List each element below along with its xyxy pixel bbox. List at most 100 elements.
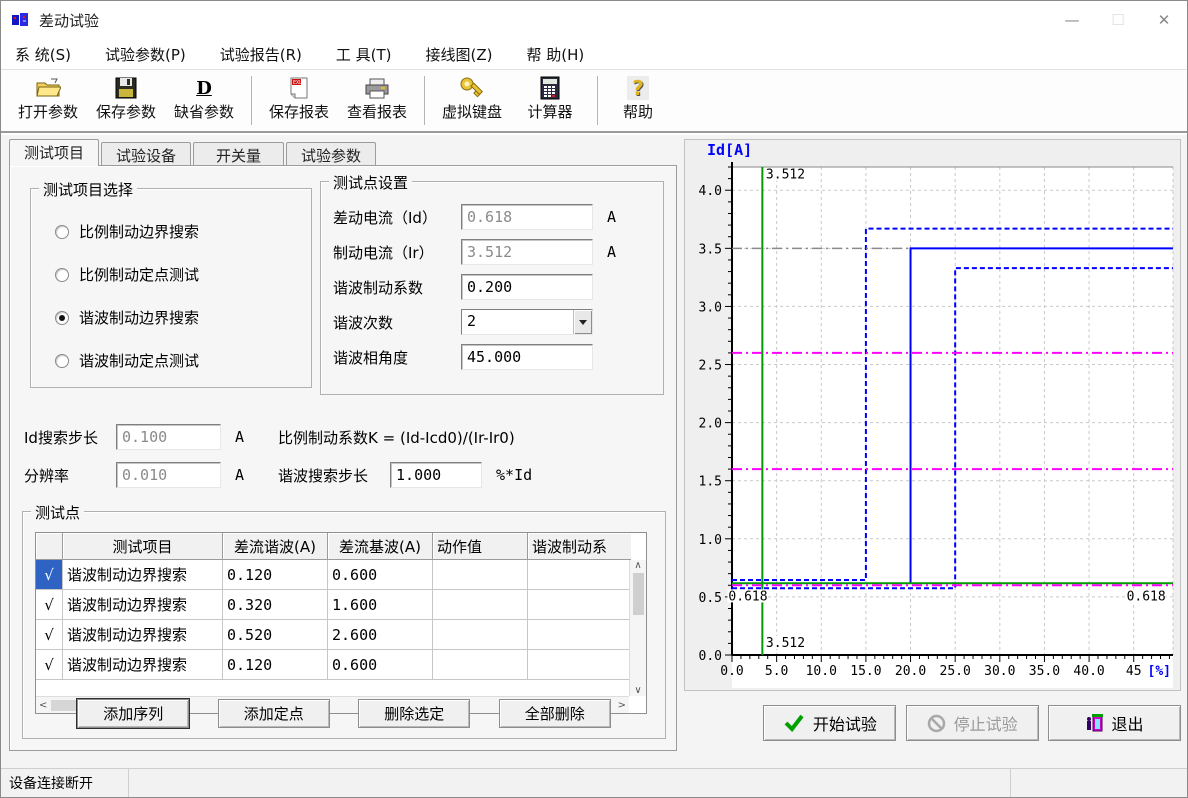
column-test-item[interactable]: 测试项目	[63, 533, 223, 560]
row-check-cell[interactable]: √	[36, 620, 63, 650]
status-pane-middle	[129, 769, 1011, 797]
radio-ratio-fixed-point-test[interactable]: 比例制动定点测试	[55, 264, 311, 285]
tab-test-device[interactable]: 试验设备	[101, 142, 191, 166]
menu-test-params[interactable]: 试验参数(P)	[105, 44, 186, 65]
table-row[interactable]: √ 谐波制动边界搜索 0.120 0.600	[36, 650, 646, 680]
printer-icon	[364, 74, 390, 102]
svg-text:3.0: 3.0	[699, 300, 722, 315]
svg-text:Id[A]: Id[A]	[707, 141, 752, 159]
title-bar: 差动试验 — ☐ ✕	[1, 1, 1187, 39]
save-params-button[interactable]: 保存参数	[87, 72, 165, 129]
id-step-label: Id搜索步长	[24, 427, 116, 448]
view-report-button[interactable]: 查看报表	[338, 72, 416, 129]
id-step-input[interactable]	[116, 424, 221, 450]
harmonic-phase-angle-label: 谐波相角度	[333, 347, 461, 368]
scroll-up-icon[interactable]: ∧	[634, 560, 641, 571]
menu-tools[interactable]: 工 具(T)	[336, 44, 392, 65]
app-icon	[11, 11, 31, 29]
resolution-input[interactable]	[116, 462, 221, 488]
chart-svg: 0.05.010.015.020.025.030.035.040.0450.00…	[685, 140, 1180, 688]
scroll-down-icon[interactable]: ∨	[634, 685, 641, 696]
id-step-unit: A	[235, 428, 244, 446]
resolution-label: 分辨率	[24, 465, 116, 486]
test-point-settings-group: 测试点设置 差动电流（Id） A 制动电流（Ir） A 谐波制动系数 谐波次数 …	[320, 181, 664, 395]
column-action-value[interactable]: 动作值	[433, 533, 528, 560]
id-current-unit: A	[607, 208, 616, 226]
harmonic-restraint-coeff-label: 谐波制动系数	[333, 277, 461, 298]
svg-text:EXL: EXL	[293, 80, 302, 86]
table-row[interactable]: √ 谐波制动边界搜索 0.320 1.600	[36, 590, 646, 620]
virtual-keyboard-button[interactable]: 虚拟键盘	[433, 72, 511, 129]
key-icon	[459, 74, 485, 102]
id-current-input[interactable]	[461, 204, 593, 230]
status-pane-right	[1011, 769, 1187, 797]
default-params-button[interactable]: D 缺省参数	[165, 72, 243, 129]
combo-dropdown-button[interactable]	[573, 310, 592, 334]
harmonic-step-input[interactable]	[390, 462, 482, 488]
ir-current-input[interactable]	[461, 239, 593, 265]
row-check-cell[interactable]: √	[36, 650, 63, 680]
row-check-cell[interactable]: √	[36, 560, 63, 590]
exit-door-icon	[1085, 713, 1103, 733]
test-points-group-label: 测试点	[31, 502, 84, 523]
tab-switch-quantity[interactable]: 开关量	[193, 142, 284, 166]
client-area: 测试项目 试验设备 开关量 试验参数 测试项目选择 比例制动边界搜索 比例制动定…	[1, 135, 1187, 769]
stop-test-button: 停止试验	[906, 705, 1039, 741]
chart-panel: 0.05.010.015.020.025.030.035.040.0450.00…	[684, 139, 1181, 691]
check-icon	[783, 714, 805, 732]
radio-label: 谐波制动边界搜索	[79, 307, 199, 328]
menu-system[interactable]: 系 统(S)	[15, 44, 71, 65]
close-button[interactable]: ✕	[1141, 1, 1187, 39]
test-items-page: 测试项目选择 比例制动边界搜索 比例制动定点测试 谐波制动边界搜索 谐波制动定点…	[9, 165, 677, 751]
tab-test-params[interactable]: 试验参数	[286, 142, 376, 166]
harmonic-order-label: 谐波次数	[333, 312, 461, 333]
help-button[interactable]: ? 帮助	[606, 72, 670, 129]
exit-button[interactable]: 退出	[1048, 705, 1181, 741]
harmonic-restraint-coeff-input[interactable]	[461, 274, 593, 300]
column-check[interactable]	[36, 533, 63, 560]
open-params-button[interactable]: 打开参数	[9, 72, 87, 129]
radio-icon	[55, 225, 69, 239]
id-current-label: 差动电流（Id）	[333, 207, 461, 228]
add-point-button[interactable]: 添加定点	[218, 699, 330, 728]
svg-text:30.0: 30.0	[984, 664, 1015, 679]
scrollbar-thumb[interactable]	[633, 573, 644, 615]
calculator-button[interactable]: 计算器	[511, 72, 589, 129]
svg-text:3.5: 3.5	[699, 242, 722, 257]
table-row[interactable]: √ 谐波制动边界搜索 0.520 2.600	[36, 620, 646, 650]
harmonic-phase-angle-input[interactable]	[461, 344, 593, 370]
column-diff-harmonic[interactable]: 差流谐波(A)	[223, 533, 328, 560]
harmonic-order-value: 2	[462, 310, 573, 334]
menu-wiring-diagram[interactable]: 接线图(Z)	[426, 44, 493, 65]
svg-text:[%]: [%]	[1148, 664, 1171, 679]
start-test-button[interactable]: 开始试验	[763, 705, 896, 741]
maximize-button[interactable]: ☐	[1095, 1, 1141, 39]
harmonic-order-combo[interactable]: 2	[461, 309, 593, 335]
save-report-button[interactable]: EXL 保存报表	[260, 72, 338, 129]
menu-help[interactable]: 帮 助(H)	[527, 44, 585, 65]
column-diff-fundamental[interactable]: 差流基波(A)	[328, 533, 433, 560]
minimize-button[interactable]: —	[1049, 1, 1095, 39]
menu-test-report[interactable]: 试验报告(R)	[220, 44, 302, 65]
radio-label: 比例制动边界搜索	[79, 221, 199, 242]
svg-text:0.618: 0.618	[1127, 589, 1166, 604]
delete-all-button[interactable]: 全部删除	[499, 699, 611, 728]
svg-text:15.0: 15.0	[850, 664, 881, 679]
tab-test-items[interactable]: 测试项目	[9, 139, 99, 166]
radio-harmonic-fixed-point-test[interactable]: 谐波制动定点测试	[55, 350, 311, 371]
radio-icon	[55, 354, 69, 368]
toolbar-separator	[251, 76, 252, 125]
svg-text:2.0: 2.0	[699, 417, 722, 432]
add-sequence-button[interactable]: 添加序列	[77, 699, 189, 728]
delete-selected-button[interactable]: 删除选定	[358, 699, 470, 728]
svg-text:10.0: 10.0	[806, 664, 837, 679]
radio-ratio-boundary-search[interactable]: 比例制动边界搜索	[55, 221, 311, 242]
open-folder-icon	[35, 74, 61, 102]
svg-text:3.512: 3.512	[766, 168, 805, 183]
row-check-cell[interactable]: √	[36, 590, 63, 620]
vertical-scrollbar[interactable]: ∧ ∨	[629, 560, 646, 696]
table-row[interactable]: √ 谐波制动边界搜索 0.120 0.600	[36, 560, 646, 590]
radio-harmonic-boundary-search[interactable]: 谐波制动边界搜索	[55, 307, 311, 328]
svg-text:4.0: 4.0	[699, 184, 722, 199]
column-harmonic-coeff[interactable]: 谐波制动系	[528, 533, 631, 560]
